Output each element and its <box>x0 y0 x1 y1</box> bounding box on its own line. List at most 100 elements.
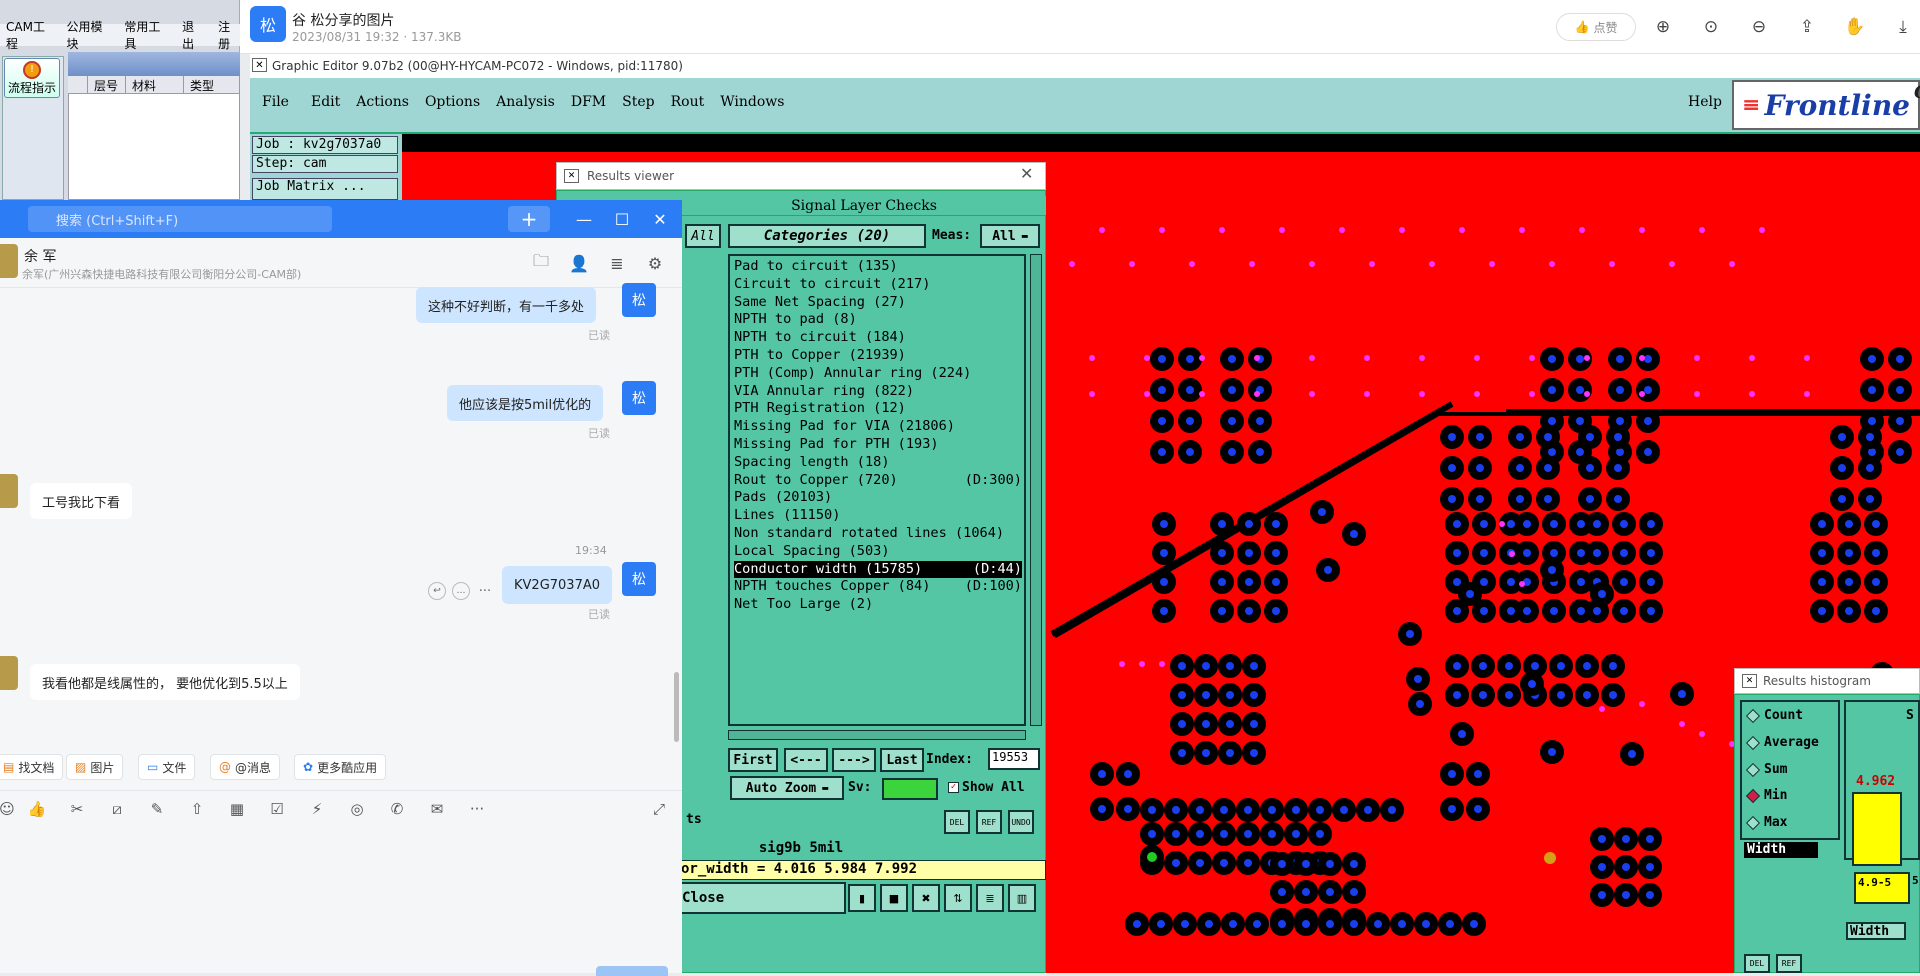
category-item[interactable]: VIA Annular ring (822) <box>734 383 1022 401</box>
auto-zoom-select[interactable]: Auto Zoom ▬ <box>730 776 844 800</box>
undo-button[interactable]: UNDO <box>1008 810 1034 834</box>
phone-icon[interactable]: ✆ <box>386 798 408 820</box>
option-sum[interactable]: Sum <box>1745 762 1787 777</box>
add-member-icon[interactable]: 👤 <box>568 252 590 274</box>
peer-avatar[interactable] <box>0 656 18 690</box>
prev-button[interactable]: <--- <box>784 748 828 772</box>
category-item[interactable]: Local Spacing (503) <box>734 543 1022 561</box>
zoom-out-icon[interactable]: ⊖ <box>1746 14 1772 40</box>
categories-button[interactable]: Categories (20) <box>728 224 926 248</box>
task-check-icon[interactable]: ☑ <box>266 798 288 820</box>
category-list-hscrollbar[interactable] <box>728 730 1026 740</box>
step-icon[interactable]: ⇅ <box>944 884 972 912</box>
flow-guide-button[interactable]: ! 流程指示 <box>4 58 60 98</box>
search-history-icon[interactable]: ≣ <box>606 252 628 274</box>
maximize-icon[interactable]: ☐ <box>608 206 636 232</box>
category-item[interactable]: PTH to Copper (21939) <box>734 347 1022 365</box>
record-icon[interactable]: ■ <box>880 884 908 912</box>
category-item[interactable]: Net Too Large (2) <box>734 596 1022 614</box>
find-doc-button[interactable]: ▤ 找文档 <box>0 754 64 780</box>
comment-icon[interactable]: … <box>452 582 470 600</box>
index-input[interactable]: 19553 <box>988 748 1040 770</box>
note-icon[interactable]: ✎ <box>146 798 168 820</box>
lightning-icon[interactable]: ⚡ <box>306 798 328 820</box>
category-item[interactable]: NPTH to pad (8) <box>734 311 1022 329</box>
mail-icon[interactable]: ✉ <box>426 798 448 820</box>
category-item[interactable]: PTH Registration (12) <box>734 400 1022 418</box>
search-input[interactable]: 搜索 (Ctrl+Shift+F) <box>28 206 332 232</box>
menu-windows[interactable]: Windows <box>720 94 784 110</box>
category-list-scrollbar[interactable] <box>1030 254 1042 726</box>
scissors-icon[interactable]: ✂ <box>66 798 88 820</box>
share-icon[interactable]: ⇪ <box>1794 14 1820 40</box>
category-item[interactable]: Pad to circuit (135) <box>734 258 1022 276</box>
message-bubble[interactable]: KV2G7037A0 <box>502 566 613 604</box>
last-button[interactable]: Last <box>880 748 924 772</box>
reference-button[interactable]: REF <box>976 810 1002 834</box>
actual-size-icon[interactable]: ⊙ <box>1698 14 1724 40</box>
close-window-icon[interactable]: ✕ <box>646 206 674 232</box>
marker-icon[interactable]: ▮ <box>848 884 876 912</box>
expand-icon[interactable]: ⤢ <box>648 798 670 820</box>
quote-icon[interactable]: ↩ <box>428 582 446 600</box>
category-item[interactable]: Missing Pad for VIA (21806) <box>734 418 1022 436</box>
close-icon[interactable]: ✕ <box>1020 164 1033 183</box>
emoji-icon[interactable]: ☺ <box>0 798 18 820</box>
hand-icon[interactable]: ✋ <box>1842 14 1868 40</box>
menu-file[interactable]: File <box>262 94 289 110</box>
histogram-axis-field[interactable]: Width <box>1846 922 1906 940</box>
more-apps-button[interactable]: ✿ 更多酷应用 <box>294 754 387 780</box>
category-item[interactable]: Spacing length (18) <box>734 454 1022 472</box>
shortcut-icon[interactable]: ⧄ <box>106 798 128 820</box>
menu-analysis[interactable]: Analysis <box>496 94 555 110</box>
category-item[interactable]: Circuit to circuit (217) <box>734 276 1022 294</box>
category-item[interactable]: Missing Pad for PTH (193) <box>734 436 1022 454</box>
cam-menu-register[interactable]: 注册 <box>218 18 240 52</box>
peer-avatar[interactable] <box>0 474 18 508</box>
menu-rout[interactable]: Rout <box>671 94 705 110</box>
menu-dfm[interactable]: DFM <box>571 94 606 110</box>
category-item[interactable]: Rout to Copper (720) (D:300) <box>734 472 1022 490</box>
job-matrix-button[interactable]: Job Matrix ... <box>252 178 398 200</box>
category-item[interactable]: Conductor width (15785) (D:44) <box>734 560 1022 579</box>
folder-icon[interactable]: 🗀 <box>530 251 552 274</box>
category-item[interactable]: NPTH to circuit (184) <box>734 329 1022 347</box>
file-button[interactable]: ▭ 文件 <box>138 754 196 780</box>
cam-menu-common-module[interactable]: 公用模块 <box>67 18 111 52</box>
delete-marker-icon[interactable]: ✖ <box>912 884 940 912</box>
category-item[interactable]: Same Net Spacing (27) <box>734 294 1022 312</box>
zoom-in-icon[interactable]: ⊕ <box>1650 14 1676 40</box>
category-item[interactable]: Pads (20103) <box>734 489 1022 507</box>
send-button[interactable] <box>596 966 668 976</box>
peer-avatar[interactable] <box>0 244 18 278</box>
add-button[interactable]: + <box>508 206 550 232</box>
menu-edit[interactable]: Edit <box>311 94 340 110</box>
delete-button[interactable]: DEL <box>944 810 970 834</box>
first-button[interactable]: First <box>728 748 778 772</box>
menu-step[interactable]: Step <box>622 94 654 110</box>
category-item[interactable]: Non standard rotated lines (1064) <box>734 525 1022 543</box>
message-bubble[interactable]: 他应该是按5mil优化的 <box>447 385 604 421</box>
option-average[interactable]: Average <box>1745 735 1819 750</box>
message-input[interactable] <box>0 830 682 973</box>
message-bubble[interactable]: 工号我比下看 <box>30 483 133 519</box>
layer-table-check[interactable] <box>68 76 88 93</box>
upload-icon[interactable]: ⇧ <box>186 798 208 820</box>
mention-button[interactable]: @ @消息 <box>210 754 281 780</box>
histogram-delete-button[interactable]: DEL <box>1744 954 1770 973</box>
menu-options[interactable]: Options <box>425 94 480 110</box>
option-count[interactable]: Count <box>1745 708 1803 723</box>
settings-gear-icon[interactable]: ⚙ <box>644 252 666 274</box>
cam-menu-project[interactable]: CAM工程 <box>6 18 53 52</box>
show-all-checkbox[interactable]: ✓ Show All <box>948 780 1025 795</box>
category-item[interactable]: PTH (Comp) Annular ring (224) <box>734 365 1022 383</box>
report-icon[interactable]: ≣ <box>976 884 1004 912</box>
like-button[interactable]: 👍 点赞 <box>1556 13 1636 41</box>
chat-scrollbar[interactable] <box>674 672 679 742</box>
menu-actions[interactable]: Actions <box>356 94 409 110</box>
histogram-bar[interactable] <box>1852 792 1902 866</box>
message-bubble[interactable]: 我看他都是线属性的， 要他优化到5.5以上 <box>30 664 300 700</box>
more-icon[interactable]: ··· <box>476 582 494 600</box>
option-max[interactable]: Max <box>1745 815 1787 830</box>
category-item[interactable]: NPTH touches Copper (84) (D:100) <box>734 578 1022 596</box>
